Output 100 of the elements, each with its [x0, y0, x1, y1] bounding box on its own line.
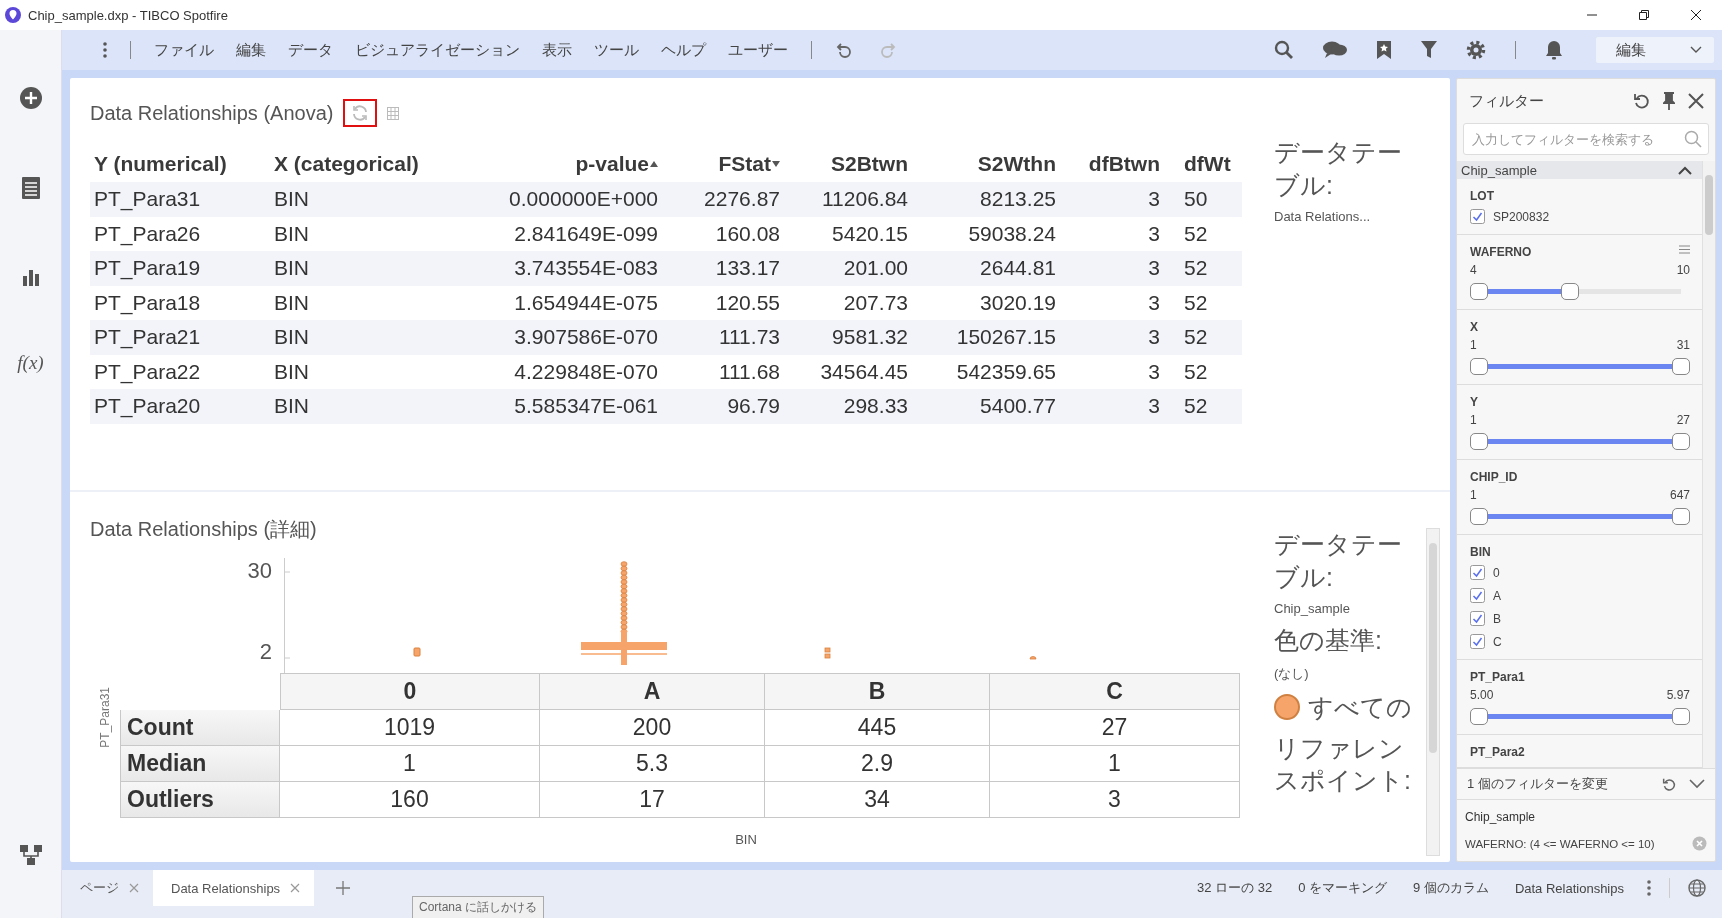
- range-slider[interactable]: [1470, 508, 1690, 526]
- y-axis-title: PT_Para31: [98, 687, 112, 748]
- table-cell: BIN: [270, 320, 460, 355]
- notification-bell-icon[interactable]: [1545, 40, 1563, 60]
- filter-icon[interactable]: [1420, 40, 1438, 60]
- range-slider[interactable]: [1470, 433, 1690, 451]
- column-header[interactable]: p-value: [460, 146, 660, 182]
- data-list-icon[interactable]: [20, 176, 41, 200]
- checkbox[interactable]: [1470, 565, 1485, 580]
- bookmark-icon[interactable]: [1376, 40, 1392, 60]
- filter-name: PT_Para2: [1470, 745, 1525, 759]
- table-cell-text: 52: [1183, 289, 1209, 316]
- table-cell: 3.907586E-070: [460, 320, 660, 355]
- table-cell: 1: [280, 746, 540, 782]
- checkbox[interactable]: [1470, 209, 1485, 224]
- restore-icon[interactable]: [1638, 9, 1650, 21]
- globe-icon[interactable]: [1688, 879, 1706, 897]
- menu-item[interactable]: 表示: [531, 35, 583, 65]
- menu-item[interactable]: ヘルプ: [650, 35, 717, 65]
- menu-item[interactable]: 編集: [225, 35, 277, 65]
- table-cell: PT_Para20: [90, 389, 270, 424]
- range-slider[interactable]: [1470, 708, 1690, 726]
- menu-item[interactable]: ツール: [583, 35, 650, 65]
- more-menu-icon[interactable]: [1647, 880, 1651, 896]
- page-tab[interactable]: ページ: [62, 870, 153, 906]
- close-icon[interactable]: [1687, 92, 1705, 110]
- table-cell: 3: [990, 782, 1240, 818]
- status-text: 0 をマーキング: [1297, 879, 1389, 897]
- comments-icon[interactable]: [1322, 40, 1348, 60]
- pin-icon[interactable]: [1663, 92, 1675, 110]
- range-min-label: 1: [1470, 488, 1477, 502]
- close-icon[interactable]: [1690, 9, 1702, 21]
- menu-item[interactable]: ユーザー: [717, 35, 799, 65]
- add-page-icon[interactable]: [336, 881, 351, 895]
- column-header[interactable]: dfBtwn: [1058, 146, 1162, 182]
- add-icon[interactable]: [18, 86, 43, 110]
- column-header: B: [765, 673, 990, 710]
- checkbox[interactable]: [1470, 588, 1485, 603]
- menu-item[interactable]: ビジュアライゼーション: [344, 35, 531, 65]
- reset-icon[interactable]: [1633, 92, 1651, 110]
- mode-dropdown[interactable]: 編集: [1596, 37, 1714, 63]
- table-cell: 0.000000E+000: [460, 182, 660, 217]
- table-cell-text: 2.841649E-099: [513, 220, 659, 247]
- range-slider[interactable]: [1470, 358, 1690, 376]
- filter-group-header[interactable]: Chip_sample: [1457, 161, 1702, 179]
- table-cell-text: 52: [1183, 358, 1209, 385]
- menu-item[interactable]: ファイル: [143, 35, 225, 65]
- table-cell: 3: [1058, 251, 1162, 286]
- status-text: 32 ローの 32: [1196, 879, 1274, 897]
- row-header: Count: [120, 710, 280, 746]
- table-cell: 52: [1162, 251, 1242, 286]
- table-cell: 150267.15: [910, 320, 1058, 355]
- search-field[interactable]: 入力してフィルターを検索する: [1463, 123, 1709, 155]
- checkbox[interactable]: [1470, 634, 1485, 649]
- menu-icon[interactable]: [1679, 245, 1690, 254]
- range-min-label: 1: [1470, 338, 1477, 352]
- filter-change-summary: 1 個のフィルターを変更: [1467, 775, 1609, 793]
- scrollbar[interactable]: [1702, 161, 1715, 768]
- sort-ascending-icon: [650, 161, 658, 167]
- table-cell-text: 111.68: [717, 358, 781, 385]
- checkbox[interactable]: [1470, 611, 1485, 626]
- table-cell: 111.73: [660, 320, 782, 355]
- status-text: Data Relationships: [1513, 880, 1625, 896]
- chevron-up-icon[interactable]: [1678, 165, 1692, 175]
- column-header[interactable]: X (categorical): [270, 146, 460, 182]
- menu-item[interactable]: データ: [277, 35, 344, 65]
- column-header[interactable]: Y (numerical): [90, 146, 270, 182]
- formula-button[interactable]: f(x): [17, 352, 44, 374]
- settings-icon[interactable]: [1466, 40, 1486, 60]
- table-cell: 5.3: [540, 746, 765, 782]
- range-min-label: 5.00: [1470, 688, 1494, 702]
- y-tick-label: 2: [259, 639, 272, 665]
- table-cell: 3: [1058, 182, 1162, 217]
- legend-table-name: Data Relations...: [1274, 209, 1372, 224]
- table-cell: 5400.77: [910, 389, 1058, 424]
- scrollbar[interactable]: [1426, 528, 1440, 856]
- column-header[interactable]: FStat: [660, 146, 782, 182]
- filter-name: CHIP_ID: [1470, 470, 1518, 484]
- search-icon[interactable]: [1274, 40, 1294, 60]
- chevron-down-icon[interactable]: [1690, 46, 1702, 54]
- more-menu-icon[interactable]: [103, 42, 107, 58]
- legend-heading: 色の基準:: [1274, 625, 1383, 656]
- row-header: Median: [120, 746, 280, 782]
- chevron-down-icon[interactable]: [1689, 779, 1705, 789]
- column-header[interactable]: dfWt: [1162, 146, 1242, 182]
- column-header[interactable]: S2Wthn: [910, 146, 1058, 182]
- table-cell: BIN: [270, 251, 460, 286]
- legend-color-value: (なし): [1274, 664, 1310, 683]
- y-tick-label: 30: [247, 558, 272, 584]
- page-tab[interactable]: Data Relationships: [153, 870, 315, 906]
- reset-icon[interactable]: [1662, 776, 1677, 792]
- checkbox-label: B: [1493, 611, 1501, 626]
- filter-name: PT_Para1: [1470, 670, 1525, 684]
- flow-icon[interactable]: [18, 844, 43, 866]
- column-header[interactable]: S2Btwn: [782, 146, 910, 182]
- search-input[interactable]: 入力してフィルターを検索する: [1472, 128, 1684, 150]
- column-header: 0: [280, 673, 540, 710]
- table-cell: 298.33: [782, 389, 910, 424]
- range-max-label: 31: [1676, 338, 1690, 352]
- filter-table-name: Chip_sample: [1465, 810, 1537, 824]
